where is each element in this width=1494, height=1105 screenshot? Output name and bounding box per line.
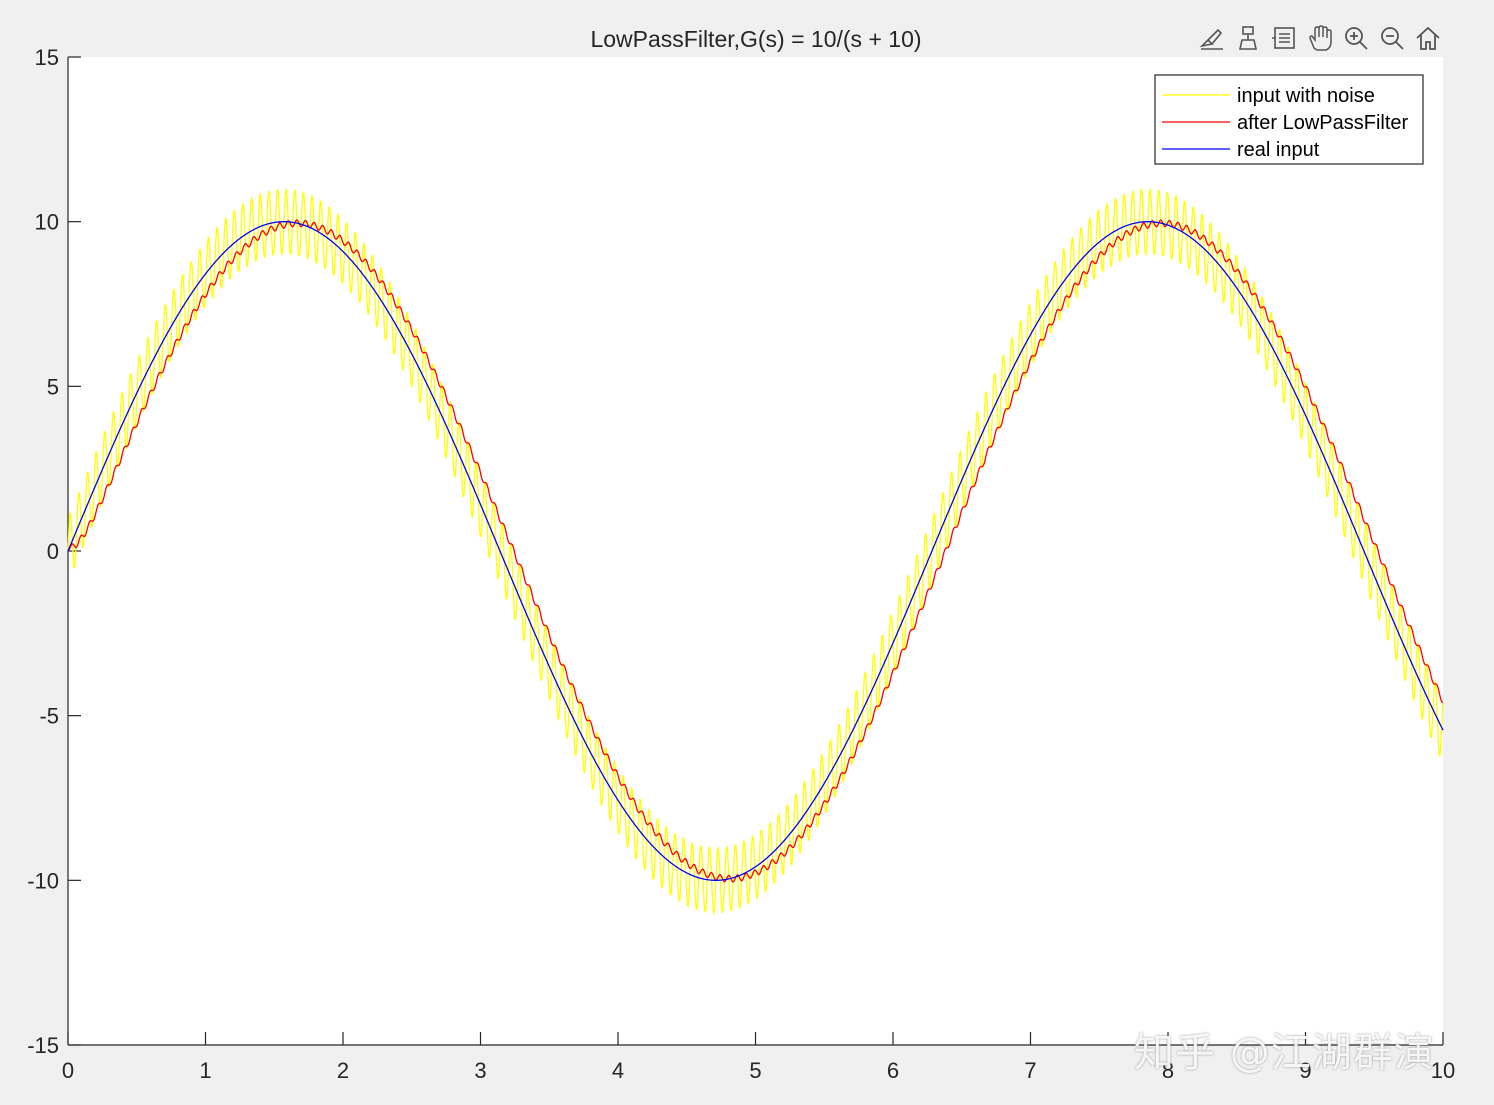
y-tick-label: 15 xyxy=(35,45,59,70)
x-tick-label: 4 xyxy=(612,1058,624,1083)
plot-area xyxy=(68,57,1443,1045)
y-tick-label: 5 xyxy=(47,374,59,399)
x-tick-label: 6 xyxy=(887,1058,899,1083)
data-tip-icon[interactable] xyxy=(1232,21,1264,55)
watermark: 知乎 @江湖群演 xyxy=(1134,1030,1435,1076)
zoom-out-icon[interactable] xyxy=(1376,21,1408,55)
home-icon[interactable] xyxy=(1412,21,1444,55)
y-tick-label: 10 xyxy=(35,210,59,235)
legend-toggle-icon[interactable] xyxy=(1268,21,1300,55)
axes-toolbar xyxy=(1196,20,1444,56)
legend-label: after LowPassFilter xyxy=(1237,112,1409,134)
x-tick-label: 3 xyxy=(474,1058,486,1083)
pan-icon[interactable] xyxy=(1304,21,1336,55)
legend-label: input with noise xyxy=(1237,85,1375,107)
y-tick-label: -10 xyxy=(27,868,59,893)
y-tick-label: -5 xyxy=(39,704,59,729)
chart-title: LowPassFilter,G(s) = 10/(s + 10) xyxy=(590,26,921,52)
x-tick-label: 1 xyxy=(199,1058,211,1083)
figure-canvas: LowPassFilter,G(s) = 10/(s + 10) 0 1 2 3 4 5 6… xyxy=(27,26,1455,1083)
x-tick-label: 5 xyxy=(749,1058,761,1083)
y-tick-label: -15 xyxy=(27,1033,59,1058)
x-tick-label: 7 xyxy=(1024,1058,1036,1083)
legend-label: real input xyxy=(1237,139,1320,161)
brush-icon[interactable] xyxy=(1196,21,1228,55)
zoom-in-icon[interactable] xyxy=(1340,21,1372,55)
legend[interactable]: input with noise after LowPassFilter real … xyxy=(1154,74,1424,165)
x-tick-label: 0 xyxy=(62,1058,74,1083)
x-tick-label: 2 xyxy=(337,1058,349,1083)
y-tick-label: 0 xyxy=(47,539,59,564)
